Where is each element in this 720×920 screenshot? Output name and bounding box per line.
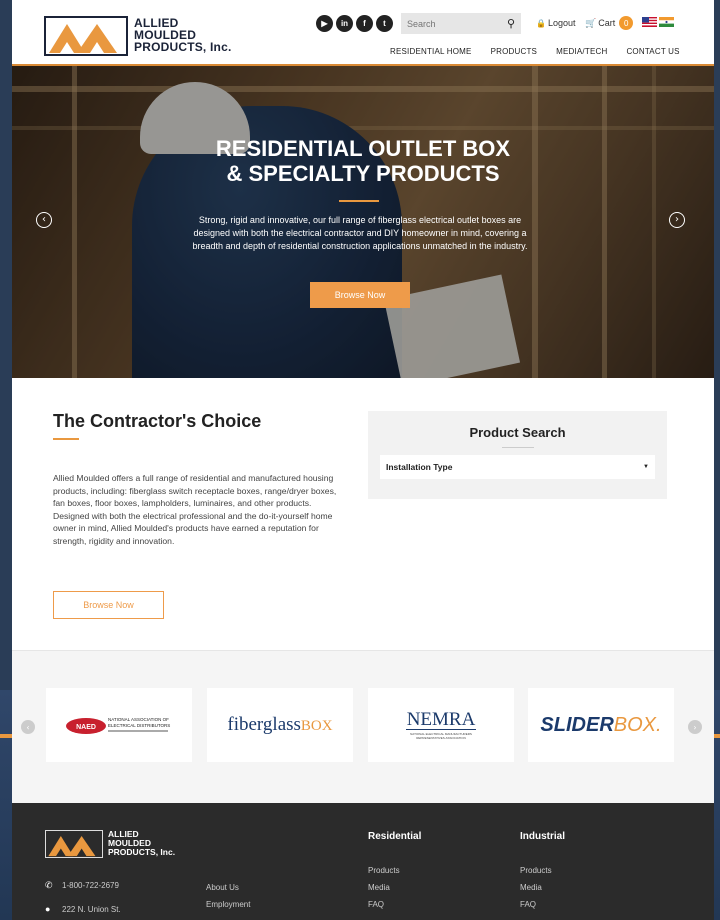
naed-line-1: NATIONAL ASSOCIATION OF [108,717,169,722]
fiberglass-word: fiberglass [227,714,301,735]
footer-residential-media[interactable]: Media [368,883,390,892]
partners-carousel: ‹ NAED NATIONAL ASSOCIATION OF ELECTRICA… [12,650,714,803]
logo-mountains-icon [49,24,117,53]
footer-industrial-products[interactable]: Products [520,866,552,875]
cart-link[interactable]: 🛒 Cart 0 [585,16,634,30]
nav-residential-home[interactable]: RESIDENTIAL HOME [390,47,472,56]
nemra-subtitle: NATIONAL ELECTRICAL MANUFACTURERS REPRES… [410,732,472,740]
partner-naed-card[interactable]: NAED NATIONAL ASSOCIATION OF ELECTRICAL … [46,688,192,762]
product-search-divider [502,447,534,448]
social-links: ▶ in f t [316,15,393,32]
search-input[interactable] [407,18,499,29]
footer-residential-faq[interactable]: FAQ [368,900,384,909]
naed-logo-icon: NAED NATIONAL ASSOCIATION OF ELECTRICAL … [66,717,170,734]
cart-count-badge: 0 [619,16,634,30]
naed-badge-text: NAED [76,724,96,731]
footer-residential-heading: Residential [368,831,422,842]
naed-line-2: ELECTRICAL DISTRIBUTORS [108,723,170,728]
nav-products[interactable]: PRODUCTS [491,47,538,56]
partner-sliderbox-card[interactable]: SLIDERBOX. [528,688,674,762]
sliderbox-logo: SLIDERBOX. [540,714,661,737]
main-nav: RESIDENTIAL HOME PRODUCTS MEDIA/TECH CON… [390,47,680,56]
site-header: ALLIED MOULDED PRODUCTS, Inc. ▶ in f t ⚲… [12,0,714,66]
hero-title-line-1: RESIDENTIAL OUTLET BOX [215,136,511,161]
nemra-wordmark: NEMRA [406,709,476,730]
nemra-logo: NEMRA NATIONAL ELECTRICAL MANUFACTURERS … [406,710,476,740]
nav-media-tech[interactable]: MEDIA/TECH [556,47,607,56]
page-container: ALLIED MOULDED PRODUCTS, Inc. ▶ in f t ⚲… [12,0,714,920]
dropdown-arrow-icon: ▼ [643,464,649,470]
footer-industrial-heading: Industrial [520,831,566,842]
carousel-prev-icon[interactable]: ‹ [21,720,35,734]
footer-residential-products[interactable]: Products [368,866,400,875]
footer-address: 222 N. Union St. [62,905,121,914]
contractor-browse-button[interactable]: Browse Now [53,591,164,619]
search-box: ⚲ [401,13,521,34]
facebook-icon[interactable]: f [356,15,373,32]
product-search-title: Product Search [469,425,566,440]
hero-title-line-2: & SPECIALTY PRODUCTS [226,161,500,186]
cart-icon: 🛒 [585,17,597,28]
location-pin-icon: ● [45,904,51,914]
installation-type-select[interactable]: Installation Type ▼ [380,455,655,479]
installation-type-value: Installation Type [386,462,453,472]
hero-prev-arrow-icon[interactable]: ‹ [36,212,52,228]
logout-link[interactable]: 🔒 Logout [536,18,576,28]
us-flag-icon[interactable] [642,17,657,27]
nav-contact-us[interactable]: CONTACT US [626,47,679,56]
logo-wordmark[interactable]: ALLIED MOULDED PRODUCTS, Inc. [134,17,231,53]
contractor-description: Allied Moulded offers a full range of re… [53,473,337,546]
contractor-title: The Contractor's Choice [53,411,262,431]
footer-link-about[interactable]: About Us [206,883,239,892]
twitter-icon[interactable]: t [376,15,393,32]
fiberglass-box-word: BOX [300,718,333,734]
partner-fiberglass-box-card[interactable]: fiberglassBOX [207,688,353,762]
logo-mark[interactable] [44,16,128,56]
footer-logo-wordmark[interactable]: ALLIED MOULDED PRODUCTS, Inc. [108,830,175,857]
linkedin-icon[interactable]: in [336,15,353,32]
footer-phone[interactable]: 1-800-722-2679 [62,881,119,890]
contractor-divider [53,438,79,440]
lock-icon: 🔒 [536,18,546,28]
youtube-icon[interactable]: ▶ [316,15,333,32]
logo-line-3: PRODUCTS, Inc. [134,40,232,54]
site-footer: ALLIED MOULDED PRODUCTS, Inc. ✆ 1-800-72… [12,803,714,920]
product-search-panel: Product Search Installation Type ▼ [368,411,667,499]
footer-logo-mark[interactable] [45,830,103,858]
hero-description: Strong, rigid and innovative, our full r… [192,215,528,251]
partner-nemra-card[interactable]: NEMRA NATIONAL ELECTRICAL MANUFACTURERS … [368,688,514,762]
hero-next-arrow-icon[interactable]: › [669,212,685,228]
cart-label: Cart [598,18,616,28]
footer-industrial-media[interactable]: Media [520,883,542,892]
carousel-next-icon[interactable]: › [688,720,702,734]
hero-divider [339,200,379,202]
india-flag-icon[interactable] [659,17,674,27]
slider-box-word: BOX. [613,713,662,736]
footer-logo-mountains-icon [48,836,96,857]
footer-link-employment[interactable]: Employment [206,900,250,909]
footer-logo-line-3: PRODUCTS, Inc. [108,847,176,857]
hero-browse-button[interactable]: Browse Now [310,282,410,308]
hero-slider: RESIDENTIAL OUTLET BOX & SPECIALTY PRODU… [12,66,714,378]
contractor-section: The Contractor's Choice Allied Moulded o… [12,378,714,650]
search-icon[interactable]: ⚲ [507,17,515,30]
phone-icon: ✆ [45,880,53,890]
logout-label: Logout [547,18,576,28]
slider-word: SLIDER [540,713,614,736]
fiberglass-box-logo: fiberglassBOX [227,714,332,736]
footer-industrial-faq[interactable]: FAQ [520,900,536,909]
